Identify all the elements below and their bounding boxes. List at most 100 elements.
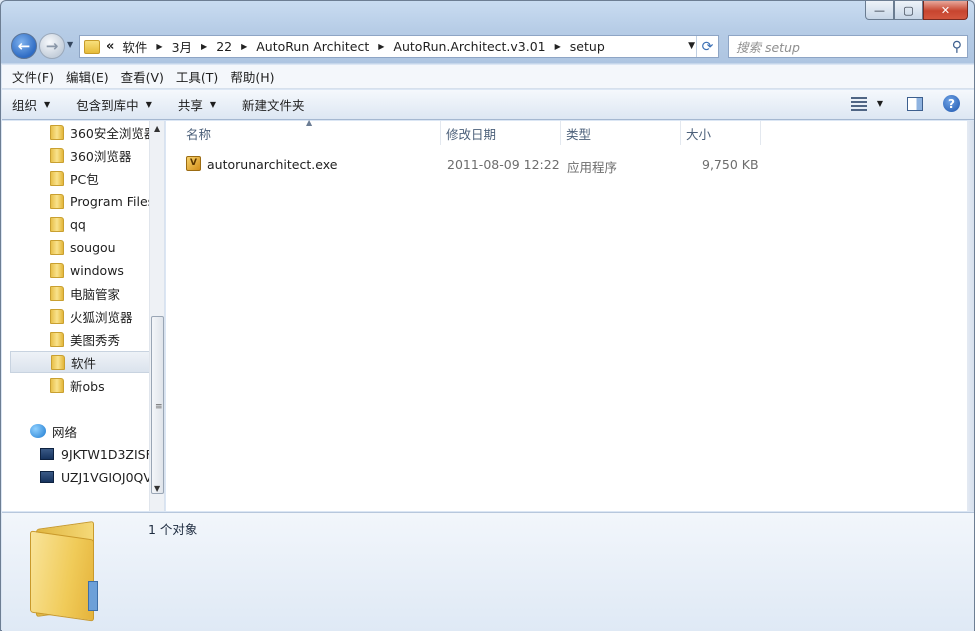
item-count: 1 个对象	[148, 522, 198, 537]
folder-icon	[30, 520, 104, 622]
chevron-down-icon: ▼	[209, 100, 217, 109]
sidebar-item[interactable]: 360安全浏览器	[10, 121, 150, 143]
folder-icon	[50, 239, 64, 255]
computer-icon	[40, 448, 54, 460]
sidebar-item-selected[interactable]: 软件	[10, 351, 150, 373]
forward-button[interactable]: →	[39, 33, 65, 59]
sidebar-item[interactable]: 美图秀秀	[10, 328, 150, 350]
maximize-button[interactable]: ▢	[894, 1, 923, 20]
folder-icon	[50, 147, 64, 163]
content-edge	[967, 121, 974, 511]
computer-icon	[40, 471, 54, 483]
chevron-down-icon: ▼	[145, 100, 152, 109]
breadcrumb-item[interactable]: AutoRun Architect ▶	[256, 39, 393, 54]
breadcrumb-item[interactable]: AutoRun.Architect.v3.01 ▶	[393, 39, 569, 54]
sidebar-item[interactable]: sougou	[10, 236, 150, 258]
navigation-row: ← → ▼ « 软件 ▶ 3月 ▶ 22 ▶ AutoRun Architect ▶ A…	[9, 32, 968, 60]
column-header-type[interactable]: 类型	[566, 121, 681, 145]
folder-icon	[50, 170, 64, 186]
command-bar: 组织 ▼ 包含到库中 ▼ 共享 ▼ 新建文件夹 ▼ ?	[2, 90, 974, 120]
back-arrow-icon: ←	[17, 37, 31, 55]
menu-help[interactable]: 帮助(H)	[230, 67, 274, 86]
file-row[interactable]: V autorunarchitect.exe 2011-08-09 12:22 …	[186, 153, 766, 175]
folder-icon	[50, 285, 64, 301]
address-overflow-chevron[interactable]: «	[106, 39, 114, 54]
folder-icon	[50, 193, 64, 209]
sidebar-item-computer[interactable]: UZJ1VGIOJ0QV	[10, 466, 150, 488]
file-list: ▲ 名称 修改日期 类型 大小 V autorunarchitect.exe 2…	[166, 118, 974, 511]
scroll-down-arrow[interactable]: ▼	[154, 484, 160, 493]
folder-icon	[50, 308, 64, 324]
breadcrumb-item[interactable]: 3月 ▶	[172, 37, 217, 56]
view-controls: ▼ ?	[850, 95, 960, 112]
back-button[interactable]: ←	[11, 33, 37, 59]
folder-icon	[51, 354, 65, 370]
file-name: autorunarchitect.exe	[207, 157, 338, 172]
details-pane: 1 个对象	[2, 512, 974, 631]
organize-button[interactable]: 组织 ▼	[12, 95, 50, 114]
menu-view[interactable]: 查看(V)	[121, 67, 164, 86]
folder-icon	[50, 262, 64, 278]
recent-pages-dropdown[interactable]: ▼	[67, 40, 73, 49]
address-bar[interactable]: « 软件 ▶ 3月 ▶ 22 ▶ AutoRun Architect ▶ AutoRun…	[79, 35, 719, 58]
breadcrumb-item[interactable]: 22 ▶	[216, 39, 256, 54]
menu-edit[interactable]: 编辑(E)	[66, 67, 109, 86]
column-header-name[interactable]: 名称	[186, 121, 441, 145]
chevron-right-icon[interactable]: ▶	[555, 42, 561, 51]
explorer-window: — ▢ ✕ ← → ▼ « 软件 ▶ 3月 ▶ 22 ▶ AutoRun Archit…	[0, 0, 975, 631]
sidebar-item[interactable]: 火狐浏览器	[10, 305, 150, 327]
scrollbar-thumb[interactable]: ≡	[151, 316, 164, 494]
breadcrumb-item[interactable]: 软件 ▶	[122, 37, 171, 56]
sidebar-item[interactable]: PC包	[10, 167, 150, 189]
file-type: 应用程序	[567, 160, 618, 175]
chevron-right-icon[interactable]: ▶	[201, 42, 207, 51]
sidebar-item[interactable]: qq	[10, 213, 150, 235]
sidebar-item[interactable]: 电脑管家	[10, 282, 150, 304]
sidebar-item-computer[interactable]: 9JKTW1D3ZISFV	[10, 443, 150, 465]
caption-buttons: — ▢ ✕	[865, 1, 968, 20]
change-view-icon[interactable]	[850, 96, 867, 111]
sidebar-item-network[interactable]: 网络	[10, 420, 150, 442]
file-size: 9,750 KB	[702, 157, 759, 172]
close-button[interactable]: ✕	[923, 1, 968, 20]
grip-icon: ≡	[155, 402, 163, 412]
folder-icon	[50, 124, 64, 140]
scroll-up-arrow[interactable]: ▲	[154, 124, 160, 133]
sidebar-item[interactable]: 新obs	[10, 374, 150, 396]
preview-pane-icon[interactable]	[907, 96, 923, 111]
view-options-dropdown[interactable]: ▼	[877, 99, 883, 108]
folder-icon	[84, 39, 100, 54]
menu-bar: 文件(F) 编辑(E) 查看(V) 工具(T) 帮助(H)	[2, 65, 974, 89]
refresh-button[interactable]: ⟳	[696, 36, 718, 57]
menu-tools[interactable]: 工具(T)	[176, 67, 218, 86]
sidebar-item[interactable]: windows	[10, 259, 150, 281]
include-in-library-button[interactable]: 包含到库中 ▼	[76, 95, 152, 114]
column-header-size[interactable]: 大小	[686, 121, 761, 145]
folder-icon	[50, 377, 64, 393]
sidebar-item[interactable]: 360浏览器	[10, 144, 150, 166]
navigation-pane: 360安全浏览器 360浏览器 PC包 Program Files qq sou…	[2, 121, 165, 511]
folder-icon	[50, 331, 64, 347]
network-icon	[30, 424, 46, 438]
navigation-scrollbar[interactable]: ▲ ≡ ▼	[149, 121, 164, 511]
refresh-icon: ⟳	[701, 38, 714, 55]
search-input[interactable]: 搜索 setup ⚲	[728, 35, 968, 58]
share-button[interactable]: 共享 ▼	[178, 95, 216, 114]
chevron-down-icon: ▼	[44, 100, 51, 109]
minimize-button[interactable]: —	[865, 1, 894, 20]
search-icon[interactable]: ⚲	[952, 39, 962, 55]
file-modified: 2011-08-09 12:22	[447, 157, 560, 172]
address-history-dropdown[interactable]: ▼	[688, 41, 695, 51]
column-header-modified[interactable]: 修改日期	[446, 121, 561, 145]
help-icon[interactable]: ?	[943, 95, 960, 112]
breadcrumb-item[interactable]: setup	[570, 39, 605, 54]
menu-file[interactable]: 文件(F)	[12, 67, 54, 86]
chevron-right-icon[interactable]: ▶	[378, 42, 384, 51]
forward-arrow-icon: →	[45, 37, 59, 55]
chevron-right-icon[interactable]: ▶	[241, 42, 247, 51]
sidebar-item[interactable]: Program Files	[10, 190, 150, 212]
chevron-right-icon[interactable]: ▶	[156, 42, 162, 51]
folder-icon	[50, 216, 64, 232]
new-folder-button[interactable]: 新建文件夹	[242, 95, 305, 114]
application-icon: V	[186, 156, 201, 171]
